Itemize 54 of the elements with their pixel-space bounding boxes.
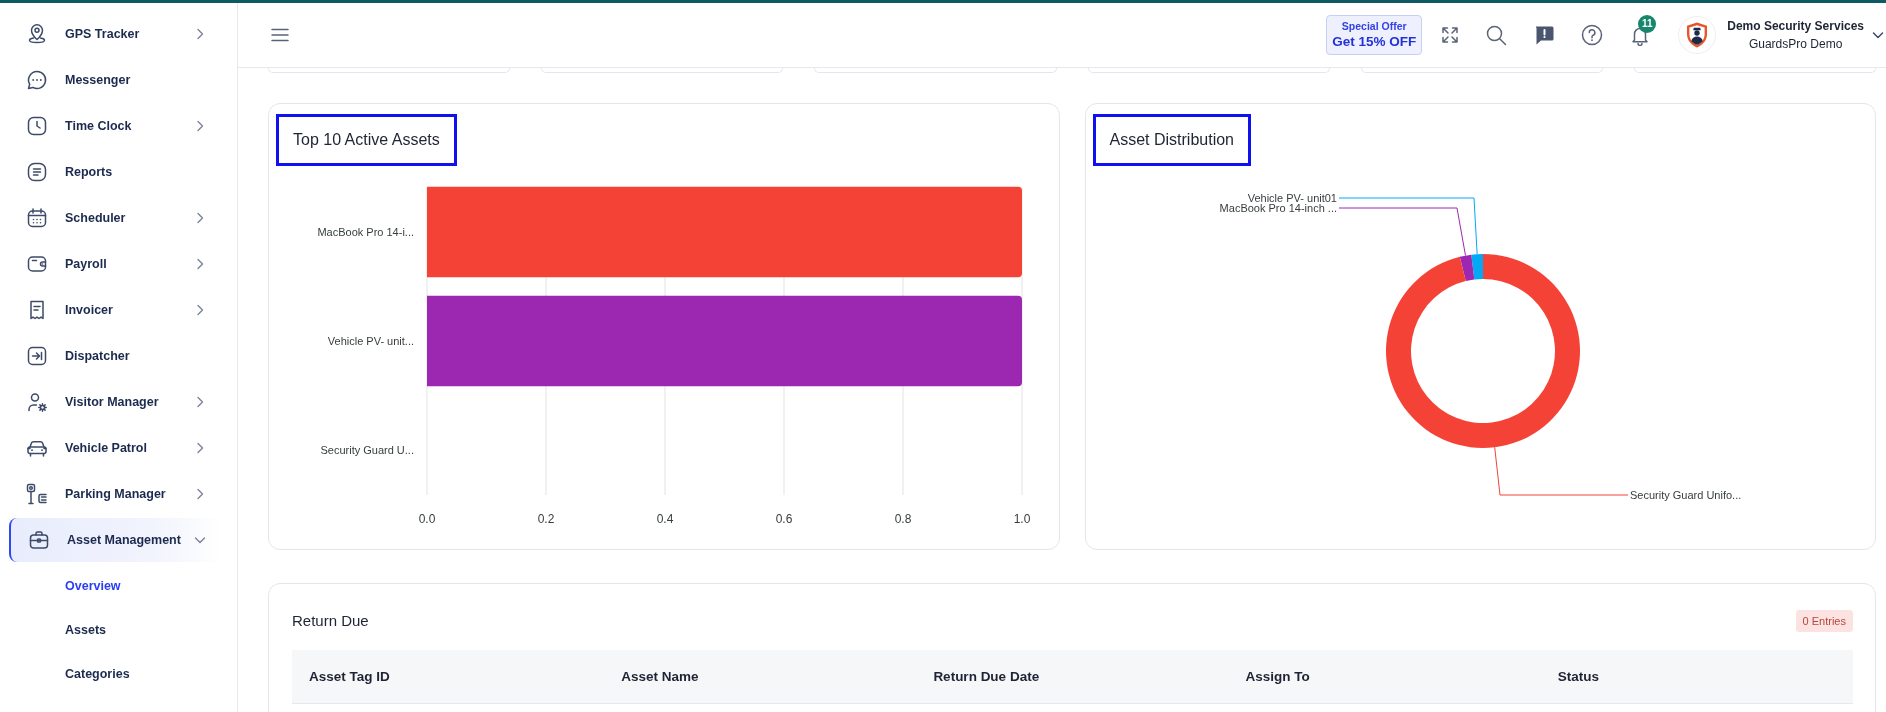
submenu-item[interactable]: Categories [0, 652, 237, 696]
sidebar-item[interactable]: Messenger [9, 58, 222, 102]
axis-tick-label: 0.0 [418, 512, 436, 526]
sidebar-item[interactable]: Invoicer [9, 288, 222, 332]
column-header: Status [1540, 650, 1853, 704]
axis-tick-label: 0.6 [775, 512, 793, 526]
axis-tick-label: 0.4 [656, 512, 674, 526]
card-title: Top 10 Active Assets [276, 114, 457, 166]
axis-category-label: MacBook Pro 14-i... [317, 226, 414, 238]
sidebar-item[interactable]: GPS Tracker [9, 12, 222, 56]
submenu-item[interactable]: Assets [0, 608, 237, 652]
shield-avatar-icon[interactable] [1678, 16, 1717, 54]
offer-button[interactable]: Special Offer Get 15% OFF [1326, 15, 1423, 55]
slice-label: Security Guard Unifo... [1629, 489, 1741, 501]
help-icon[interactable] [1581, 24, 1604, 46]
axis-tick-label: 1.0 [1013, 512, 1031, 526]
menu-icon[interactable] [271, 28, 289, 42]
entries-badge: 0 Entries [1795, 609, 1853, 632]
signpost-icon [25, 482, 49, 506]
sidebar-item[interactable]: Visitor Manager [9, 380, 222, 424]
sidebar-item[interactable]: Payroll [9, 242, 222, 286]
sidebar-item[interactable]: Time Clock [9, 104, 222, 148]
sidebar-item[interactable]: Parking Manager [9, 472, 222, 516]
sidebar-item[interactable]: Scheduler [9, 196, 222, 240]
column-header: Assign To [1228, 650, 1541, 704]
sidebar-item[interactable]: Reports [9, 150, 222, 194]
section-title: Return Due [292, 612, 369, 629]
column-header: Asset Name [604, 650, 917, 704]
slice-label: MacBook Pro 14-inch ... [1219, 202, 1337, 214]
notification-badge: 11 [1638, 15, 1657, 33]
user-name: Demo Security Services [1727, 18, 1864, 35]
arrow-to-bar-icon [25, 344, 49, 368]
chat-bubble-icon [25, 68, 49, 92]
axis-tick-label: 0.2 [537, 512, 555, 526]
alert-message-icon[interactable] [1533, 24, 1556, 46]
expand-icon[interactable] [1440, 25, 1461, 45]
axis-tick-label: 0.8 [894, 512, 912, 526]
search-icon[interactable] [1485, 24, 1508, 46]
clock-icon [25, 114, 49, 138]
column-header: Return Due Date [916, 650, 1229, 704]
briefcase-icon [27, 528, 51, 552]
calendar-icon [25, 206, 49, 230]
submenu-item[interactable]: Overview [0, 564, 237, 608]
axis-category-label: Vehicle PV- unit... [327, 335, 414, 347]
card-title: Asset Distribution [1092, 114, 1251, 166]
document-icon [25, 160, 49, 184]
sidebar-item[interactable]: Dispatcher [9, 334, 222, 378]
user-gear-icon [25, 390, 49, 414]
sidebar-item[interactable]: Vehicle Patrol [9, 426, 222, 470]
slice-label: Vehicle PV- unit01 [1247, 192, 1337, 204]
column-header: Asset Tag ID [292, 650, 605, 704]
account-name: GuardsPro Demo [1748, 36, 1843, 53]
chevron-down-icon[interactable] [1872, 29, 1884, 41]
axis-category-label: Security Guard U... [320, 444, 414, 456]
